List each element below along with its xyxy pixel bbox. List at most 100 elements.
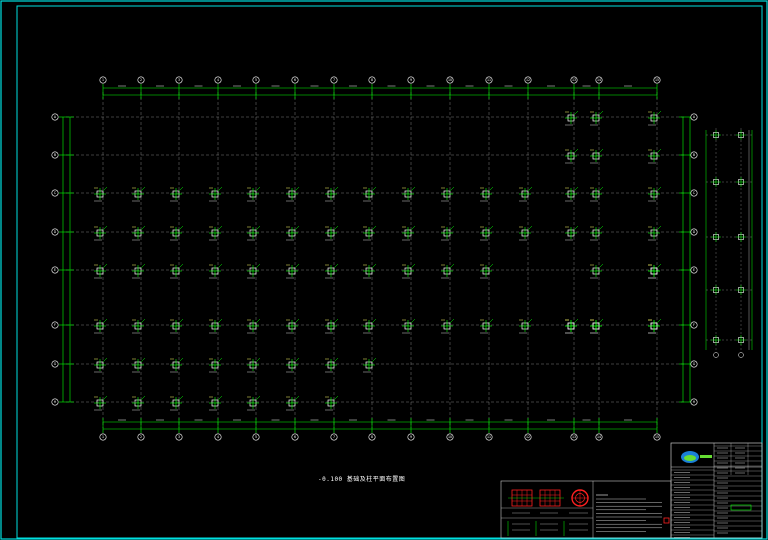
detail-column	[736, 285, 746, 295]
axis-bubble-left-B-label: B	[54, 153, 56, 157]
column-footing	[286, 395, 300, 411]
axis-bubble-bottom-5-label: 5	[255, 435, 257, 439]
detail-column	[736, 177, 746, 187]
axis-bubble-bottom-6-label: 6	[294, 435, 296, 439]
footing-detail-1	[508, 489, 536, 507]
axis-bubble-bottom-3-label: 3	[178, 435, 180, 439]
axis-bubble-top-10-label: 10	[448, 78, 452, 82]
column-footing	[648, 263, 662, 279]
column-footing	[286, 225, 300, 241]
column-footing	[648, 148, 662, 164]
axis-bubble-bottom-8-label: 8	[371, 435, 373, 439]
plan-title: -0.100 基础及柱平面布置图	[318, 476, 406, 483]
column-footing	[132, 263, 146, 279]
column-footing	[480, 186, 494, 202]
column-footing	[590, 318, 604, 334]
detail-column	[736, 130, 746, 140]
column-footing	[247, 186, 261, 202]
axis-bubble-top-4-label: 4	[217, 78, 219, 82]
column-footing	[648, 110, 662, 126]
axis-bubble-bottom-4-label: 4	[217, 435, 219, 439]
side-detail-plan	[705, 128, 753, 358]
column-footing	[441, 186, 455, 202]
axis-bubble-top-2-label: 2	[140, 78, 142, 82]
column-footing	[247, 263, 261, 279]
axis-bubble-top-6-label: 6	[294, 78, 296, 82]
axis-bubble-top-11-label: 11	[487, 78, 491, 82]
detail-column	[711, 177, 721, 187]
axis-bubble-bottom-12-label: 12	[526, 435, 530, 439]
column-footing	[363, 357, 377, 373]
column-footing	[648, 318, 662, 334]
column-footing	[209, 357, 223, 373]
axis-bubble-bottom-10-label: 10	[448, 435, 452, 439]
column-footing	[648, 225, 662, 241]
axis-bubble-top-12-label: 12	[526, 78, 530, 82]
column-footing	[209, 186, 223, 202]
column-footing	[480, 225, 494, 241]
column-footing	[286, 186, 300, 202]
axis-bubble-bottom-13-label: 13	[572, 435, 576, 439]
column-footing	[565, 225, 579, 241]
column-footing	[170, 263, 184, 279]
column-footing	[94, 225, 108, 241]
column-footing	[132, 395, 146, 411]
axis-bubble-bottom-7-label: 7	[333, 435, 335, 439]
axis-bubble-bottom-2-label: 2	[140, 435, 142, 439]
column-footing	[170, 395, 184, 411]
footing-detail-3	[571, 489, 589, 507]
column-footing	[94, 357, 108, 373]
axis-bubble-right-B-label: B	[693, 153, 695, 157]
column-footing	[94, 263, 108, 279]
column-footing	[565, 148, 579, 164]
column-footing	[565, 318, 579, 334]
column-footing	[170, 225, 184, 241]
detail-column	[711, 232, 721, 242]
detail-column	[736, 335, 746, 345]
column-footings	[94, 110, 662, 411]
axis-bubble-right-F-label: F	[693, 323, 695, 327]
column-footing	[209, 263, 223, 279]
axis-bubble-right-E-label: E	[693, 268, 695, 272]
column-footing	[480, 263, 494, 279]
column-footing	[325, 263, 339, 279]
column-footing	[247, 395, 261, 411]
detail-column	[736, 232, 746, 242]
detail-column	[711, 285, 721, 295]
axis-bubble-bottom-11-label: 11	[487, 435, 491, 439]
column-footing	[590, 110, 604, 126]
column-footing	[590, 225, 604, 241]
column-footing	[363, 225, 377, 241]
column-footing	[325, 225, 339, 241]
axis-bubble-top-14-label: 14	[597, 78, 601, 82]
axis-bubble-top-3-label: 3	[178, 78, 180, 82]
detail-axis-bubble	[738, 352, 744, 358]
axis-bubble-bottom-1-label: 1	[102, 435, 104, 439]
column-footing	[363, 186, 377, 202]
column-footing	[94, 186, 108, 202]
detail-column	[711, 335, 721, 345]
axis-bubble-top-7-label: 7	[333, 78, 335, 82]
column-footing	[519, 318, 533, 334]
column-footing	[170, 318, 184, 334]
axis-bubbles: 1122334455667788991010111112121313141415…	[51, 76, 698, 441]
column-footing	[441, 263, 455, 279]
column-footing	[132, 318, 146, 334]
column-footing	[132, 186, 146, 202]
column-footing	[94, 318, 108, 334]
column-footing	[441, 318, 455, 334]
column-footing	[648, 186, 662, 202]
axis-bubble-top-1-label: 1	[102, 78, 104, 82]
column-footing	[325, 395, 339, 411]
column-footing	[325, 357, 339, 373]
column-footing	[590, 148, 604, 164]
column-footing	[363, 263, 377, 279]
column-footing	[402, 263, 416, 279]
axis-bubble-top-9-label: 9	[410, 78, 412, 82]
detail-axis-bubble	[713, 352, 719, 358]
column-footing	[565, 110, 579, 126]
detail-column	[711, 130, 721, 140]
column-footing	[286, 357, 300, 373]
axis-bubble-top-15-label: 15	[655, 78, 659, 82]
dimension-lines	[59, 84, 694, 433]
